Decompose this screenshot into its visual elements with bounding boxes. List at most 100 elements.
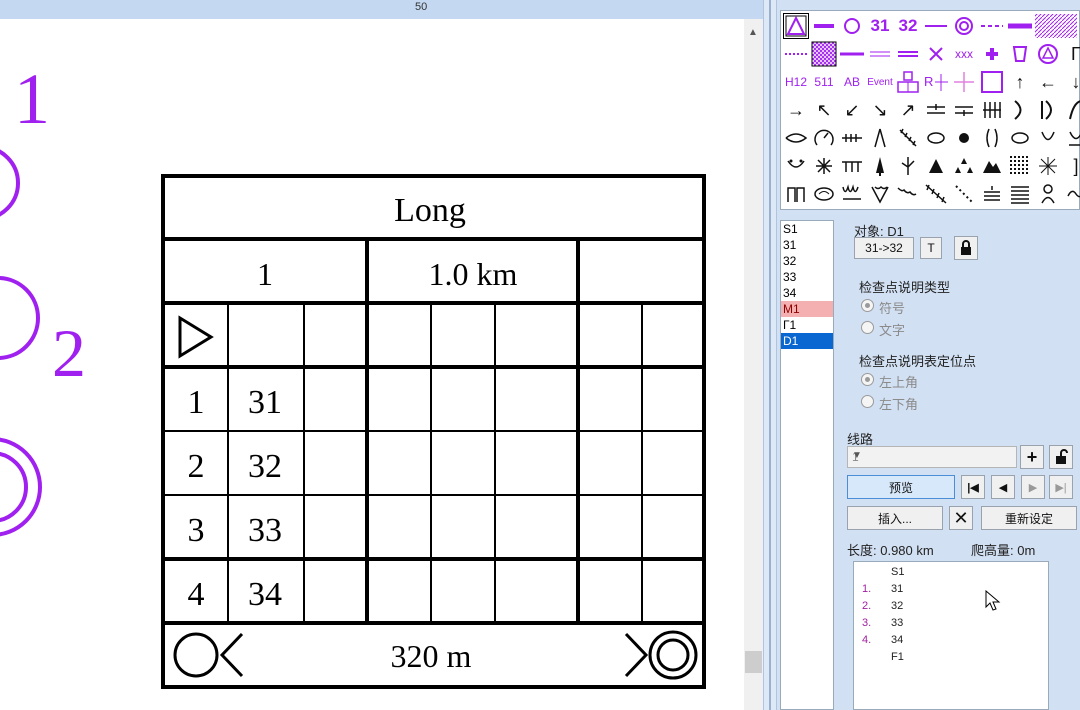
palette-level-icon[interactable]	[922, 96, 950, 124]
palette-tree-icon[interactable]	[866, 152, 894, 180]
object-list-item[interactable]: 31	[781, 237, 833, 253]
palette-arrow-up-icon[interactable]: ↑	[1006, 68, 1034, 96]
palette-dotted-line-icon[interactable]	[782, 40, 810, 68]
palette-arrow-se-icon[interactable]: ↘	[866, 96, 894, 124]
palette-cross-icon[interactable]	[922, 40, 950, 68]
palette-diag-wave-icon[interactable]	[894, 180, 922, 208]
palette-triangle-solid-icon[interactable]	[922, 152, 950, 180]
last-button[interactable]: ▶|	[1049, 475, 1073, 499]
finish-outer-circle-icon[interactable]	[0, 437, 42, 537]
canvas-vertical-scrollbar[interactable]: ▲	[744, 19, 763, 710]
palette-legend-block-icon[interactable]	[894, 68, 922, 96]
palette-text-h12[interactable]: H12	[782, 68, 810, 96]
list-item[interactable]: 1. 31	[854, 583, 1044, 600]
palette-arrow-sw-icon[interactable]: ↙	[838, 96, 866, 124]
palette-text-ab[interactable]: AB	[838, 68, 866, 96]
list-item[interactable]: 3. 33	[854, 617, 1044, 634]
palette-double-circle-icon[interactable]	[950, 12, 978, 40]
palette-crosshatch-icon[interactable]	[810, 40, 838, 68]
object-list-item-highlighted[interactable]: M1	[781, 301, 833, 317]
palette-burst-icon[interactable]	[1034, 152, 1062, 180]
palette-depression-icon[interactable]	[782, 152, 810, 180]
first-button[interactable]: |◀	[961, 475, 985, 499]
palette-bracket-double-icon[interactable]	[1034, 96, 1062, 124]
palette-bars-icon[interactable]	[978, 96, 1006, 124]
palette-solid-line-icon[interactable]	[838, 40, 866, 68]
object-list-item[interactable]: Г1	[781, 317, 833, 333]
palette-u-icon[interactable]	[1034, 124, 1062, 152]
palette-arrow-right-icon[interactable]: →	[782, 96, 810, 124]
palette-oval-2-icon[interactable]	[1006, 124, 1034, 152]
palette-wave-icon[interactable]	[1062, 180, 1080, 208]
palette-curve-icon[interactable]	[1062, 96, 1080, 124]
control-circle-2-icon[interactable]	[0, 276, 40, 360]
palette-diag-hatch-2-icon[interactable]	[922, 180, 950, 208]
palette-arrow-nw-icon[interactable]: ↖	[810, 96, 838, 124]
palette-gate-icon[interactable]	[782, 180, 810, 208]
next-button[interactable]: ▶	[1021, 475, 1045, 499]
palette-hatch-area-icon[interactable]	[1034, 12, 1078, 40]
type-text-radio[interactable]	[861, 321, 874, 334]
palette-r-grid-icon[interactable]: R	[922, 68, 950, 96]
palette-mountain-icon[interactable]	[978, 152, 1006, 180]
insert-button[interactable]: 插入...	[847, 506, 943, 530]
palette-spike-icon[interactable]	[866, 124, 894, 152]
palette-eye-icon[interactable]	[782, 124, 810, 152]
list-item[interactable]: 4. 34	[854, 634, 1044, 651]
type-symbol-radio[interactable]	[861, 299, 874, 312]
palette-text-xxx[interactable]: xxx	[950, 40, 978, 68]
palette-level-2-icon[interactable]	[950, 96, 978, 124]
delete-button[interactable]: ✕	[949, 506, 973, 530]
list-item[interactable]: F1	[854, 651, 1044, 668]
preview-button[interactable]: 预览	[847, 475, 955, 499]
palette-text-31[interactable]: 31	[866, 12, 894, 40]
palette-dot-grid-icon[interactable]	[1006, 152, 1034, 180]
palette-bracket-icon[interactable]: ]	[1062, 152, 1080, 180]
palette-first-aid-icon[interactable]	[978, 40, 1006, 68]
palette-v-wave-icon[interactable]	[866, 180, 894, 208]
palette-cup-icon[interactable]	[1006, 40, 1034, 68]
anchor-top-left-radio[interactable]	[861, 373, 874, 386]
palette-fence-icon[interactable]	[838, 124, 866, 152]
palette-thick-line-icon[interactable]	[810, 12, 838, 40]
route-legs-list[interactable]: S1 1. 31 2. 32 3. 33 4. 34 F1	[853, 561, 1049, 710]
palette-table-lines-icon[interactable]	[1006, 180, 1034, 208]
object-list-item[interactable]: 32	[781, 253, 833, 269]
palette-dot-icon[interactable]	[950, 124, 978, 152]
scroll-up-icon[interactable]: ▲	[748, 27, 758, 38]
palette-bracket-right-icon[interactable]	[1006, 96, 1034, 124]
palette-text-511[interactable]: 511	[810, 68, 838, 96]
palette-line-icon[interactable]	[922, 12, 950, 40]
palette-u-bar-icon[interactable]	[1062, 124, 1080, 152]
object-list-item[interactable]: 33	[781, 269, 833, 285]
palette-dotted-diag-icon[interactable]	[950, 180, 978, 208]
reset-button[interactable]: 重新设定	[981, 506, 1077, 530]
transition-button[interactable]: 31->32	[854, 237, 914, 259]
palette-text-32[interactable]: 32	[894, 12, 922, 40]
object-list-item[interactable]: 34	[781, 285, 833, 301]
control-description-sheet[interactable]	[161, 174, 706, 689]
text-t-button[interactable]: T	[920, 237, 942, 259]
palette-diag-hatch-icon[interactable]	[894, 124, 922, 152]
scroll-thumb[interactable]	[745, 651, 762, 673]
palette-comb-icon[interactable]	[838, 152, 866, 180]
map-canvas[interactable]: 1 2 Long 1 1.0 km 1 31 2 32 3 33 4 34 32…	[0, 19, 744, 710]
list-item[interactable]: S1	[854, 566, 1044, 583]
palette-double-line-2-icon[interactable]	[894, 40, 922, 68]
list-item[interactable]: 2. 32	[854, 600, 1044, 617]
palette-star-icon[interactable]	[810, 152, 838, 180]
palette-triangles-icon[interactable]	[950, 152, 978, 180]
palette-stack-lines-icon[interactable]	[978, 180, 1006, 208]
palette-square-icon[interactable]	[978, 68, 1006, 96]
object-list-item[interactable]: S1	[781, 221, 833, 237]
lock-button[interactable]	[954, 236, 978, 260]
panel-splitter[interactable]	[763, 0, 777, 710]
object-list-item-selected[interactable]: D1	[781, 333, 833, 349]
control-circle-1-icon[interactable]	[0, 147, 20, 219]
palette-start-triangle-icon[interactable]	[782, 12, 810, 40]
palette-dashed-line-icon[interactable]	[978, 12, 1006, 40]
palette-wave-u-icon[interactable]	[838, 180, 866, 208]
palette-branch-icon[interactable]	[894, 152, 922, 180]
palette-double-line-icon[interactable]	[866, 40, 894, 68]
palette-text-event[interactable]: Event	[866, 68, 894, 96]
